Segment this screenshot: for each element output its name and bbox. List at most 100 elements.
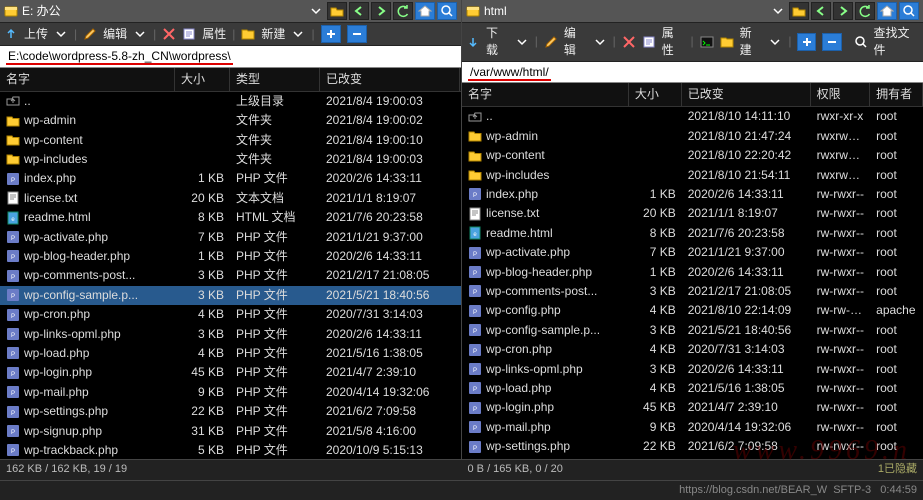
file-name: wp-settings.php	[24, 403, 108, 420]
back[interactable]	[349, 2, 369, 20]
edit-button[interactable]: 编辑	[103, 26, 127, 43]
column-headers[interactable]: 名字大小类型已改变	[0, 68, 461, 92]
file-row[interactable]: Pwp-comments-post...3 KB2021/2/17 21:08:…	[462, 282, 923, 301]
file-name: wp-links-opml.php	[486, 361, 583, 378]
file-row[interactable]: Pwp-login.php45 KBPHP 文件2021/4/7 2:39:10	[0, 363, 461, 382]
file-row[interactable]: Pwp-trackback.php5 KBPHP 文件2020/10/9 5:1…	[0, 441, 461, 460]
file-list[interactable]: ..2021/8/10 14:11:10rwxr-xr-xrootwp-admi…	[462, 107, 923, 459]
file-name: wp-activate.php	[486, 244, 570, 261]
svg-text:P: P	[11, 333, 15, 339]
file-row[interactable]: Pwp-cron.php4 KB2020/7/31 3:14:03rw-rwxr…	[462, 340, 923, 359]
file-row[interactable]: wp-content文件夹2021/8/4 19:00:10	[0, 130, 461, 149]
props-button[interactable]: 属性	[662, 25, 685, 59]
file-name: wp-load.php	[24, 345, 89, 362]
add[interactable]	[321, 25, 341, 43]
open[interactable]	[789, 2, 809, 20]
file-row[interactable]: Pwp-cron.php4 KBPHP 文件2020/7/31 3:14:03	[0, 305, 461, 324]
path-bar[interactable]: E:\code\wordpress-5.8-zh_CN\wordpress\	[0, 46, 461, 68]
file-name: wp-comments-post...	[24, 267, 135, 284]
path-bar[interactable]: /var/www/html/	[462, 62, 923, 84]
file-row[interactable]: ereadme.html8 KBHTML 文档2021/7/6 20:23:58	[0, 208, 461, 227]
svg-text:P: P	[473, 387, 477, 393]
remove[interactable]	[822, 33, 841, 51]
file-row[interactable]: Pwp-config-sample.p...3 KB2021/5/21 18:4…	[462, 320, 923, 339]
toolbar: 下载|编辑|属性|新建|查找文件	[462, 22, 923, 62]
file-row[interactable]: Pwp-load.php4 KBPHP 文件2021/5/16 1:38:05	[0, 344, 461, 363]
search[interactable]	[899, 2, 919, 20]
file-row[interactable]: wp-content2021/8/10 22:20:42rwxrwxr-xroo…	[462, 146, 923, 165]
file-row[interactable]: Pwp-blog-header.php1 KB2020/2/6 14:33:11…	[462, 262, 923, 281]
file-name: index.php	[486, 186, 538, 203]
file-row[interactable]: wp-includes2021/8/10 21:54:11rwxrwxr-xro…	[462, 165, 923, 184]
file-row[interactable]: Pwp-links-opml.php3 KB2020/2/6 14:33:11r…	[462, 359, 923, 378]
file-row[interactable]: wp-includes文件夹2021/8/4 19:00:03	[0, 150, 461, 169]
file-row[interactable]: Pwp-config-sample.p...3 KBPHP 文件2021/5/2…	[0, 286, 461, 305]
file-name: wp-cron.php	[24, 306, 90, 323]
edit-button[interactable]: 编辑	[564, 25, 587, 59]
file-row[interactable]: Pwp-settings.php22 KB2021/6/2 7:09:58rw-…	[462, 437, 923, 456]
file-name: wp-trackback.php	[24, 442, 118, 459]
file-row[interactable]: Pwp-activate.php7 KB2021/1/21 9:37:00rw-…	[462, 243, 923, 262]
file-name: wp-links-opml.php	[24, 326, 121, 343]
remove[interactable]	[347, 25, 367, 43]
file-name: wp-config.php	[486, 302, 561, 319]
file-row[interactable]: Pindex.php1 KBPHP 文件2020/2/6 14:33:11	[0, 169, 461, 188]
file-row[interactable]: Pwp-login.php45 KB2021/4/7 2:39:10rw-rwx…	[462, 398, 923, 417]
file-row[interactable]: Pwp-load.php4 KB2021/5/16 1:38:05rw-rwxr…	[462, 379, 923, 398]
file-row[interactable]: wp-admin文件夹2021/8/4 19:00:02	[0, 111, 461, 130]
file-name: wp-login.php	[24, 364, 92, 381]
new-button[interactable]: 新建	[740, 25, 763, 59]
file-name: wp-blog-header.php	[486, 264, 592, 281]
file-name: license.txt	[24, 190, 77, 207]
file-row[interactable]: license.txt20 KB2021/1/1 8:19:07rw-rwxr-…	[462, 204, 923, 223]
svg-text:P: P	[11, 255, 15, 261]
file-row[interactable]: Pwp-mail.php9 KB2020/4/14 19:32:06rw-rwx…	[462, 417, 923, 436]
upload-button[interactable]: 上传	[24, 26, 48, 43]
refresh[interactable]	[855, 2, 875, 20]
download-button[interactable]: 下载	[486, 25, 509, 59]
refresh[interactable]	[393, 2, 413, 20]
new-button[interactable]: 新建	[261, 26, 285, 43]
svg-text:P: P	[473, 407, 477, 413]
svg-text:P: P	[11, 449, 15, 455]
file-list[interactable]: ..上级目录2021/8/4 19:00:03wp-admin文件夹2021/8…	[0, 92, 461, 460]
column-headers[interactable]: 名字大小已改变权限拥有者	[462, 83, 923, 107]
file-row[interactable]: Pwp-activate.php7 KBPHP 文件2021/1/21 9:37…	[0, 227, 461, 246]
file-row[interactable]: ..2021/8/10 14:11:10rwxr-xr-xroot	[462, 107, 923, 126]
props-button[interactable]: 属性	[202, 26, 226, 43]
file-name: index.php	[24, 170, 76, 187]
file-row[interactable]: Pwp-mail.php9 KBPHP 文件2020/4/14 19:32:06	[0, 382, 461, 401]
file-row[interactable]: Pwp-links-opml.php3 KBPHP 文件2020/2/6 14:…	[0, 324, 461, 343]
search-button[interactable]: 查找文件	[874, 25, 919, 59]
file-row[interactable]: Pwp-config.php4 KB2021/8/10 22:14:09rw-r…	[462, 301, 923, 320]
drive-dropdown[interactable]: html	[462, 0, 923, 22]
svg-text:P: P	[473, 329, 477, 335]
file-row[interactable]: ..上级目录2021/8/4 19:00:03	[0, 92, 461, 111]
file-row[interactable]: Pwp-signup.php31 KBPHP 文件2021/5/8 4:16:0…	[0, 421, 461, 440]
file-row[interactable]: Pindex.php1 KB2020/2/6 14:33:11rw-rwxr--…	[462, 185, 923, 204]
file-row[interactable]: ereadme.html8 KB2021/7/6 20:23:58rw-rwxr…	[462, 224, 923, 243]
file-row[interactable]: Pwp-comments-post...3 KBPHP 文件2021/2/17 …	[0, 266, 461, 285]
drive-dropdown[interactable]: E: 办公	[0, 0, 461, 22]
file-name: wp-includes	[486, 167, 549, 184]
search[interactable]	[437, 2, 457, 20]
file-row[interactable]: Pwp-settings.php22 KBPHP 文件2021/6/2 7:09…	[0, 402, 461, 421]
fwd[interactable]	[833, 2, 853, 20]
home[interactable]	[877, 2, 897, 20]
file-row[interactable]: Pwp-blog-header.php1 KBPHP 文件2020/2/6 14…	[0, 247, 461, 266]
fwd[interactable]	[371, 2, 391, 20]
svg-text:P: P	[11, 352, 15, 358]
file-name: wp-activate.php	[24, 229, 108, 246]
svg-text:P: P	[473, 446, 477, 452]
open[interactable]	[327, 2, 347, 20]
file-name: wp-config-sample.p...	[486, 322, 600, 339]
file-name: readme.html	[486, 225, 553, 242]
svg-text:P: P	[11, 294, 15, 300]
home[interactable]	[415, 2, 435, 20]
file-name: wp-content	[486, 147, 545, 164]
file-row[interactable]: license.txt20 KB文本文档2021/1/1 8:19:07	[0, 189, 461, 208]
add[interactable]	[797, 33, 816, 51]
file-row[interactable]: wp-admin2021/8/10 21:47:24rwxrwxr-xroot	[462, 127, 923, 146]
svg-text:P: P	[11, 391, 15, 397]
back[interactable]	[811, 2, 831, 20]
